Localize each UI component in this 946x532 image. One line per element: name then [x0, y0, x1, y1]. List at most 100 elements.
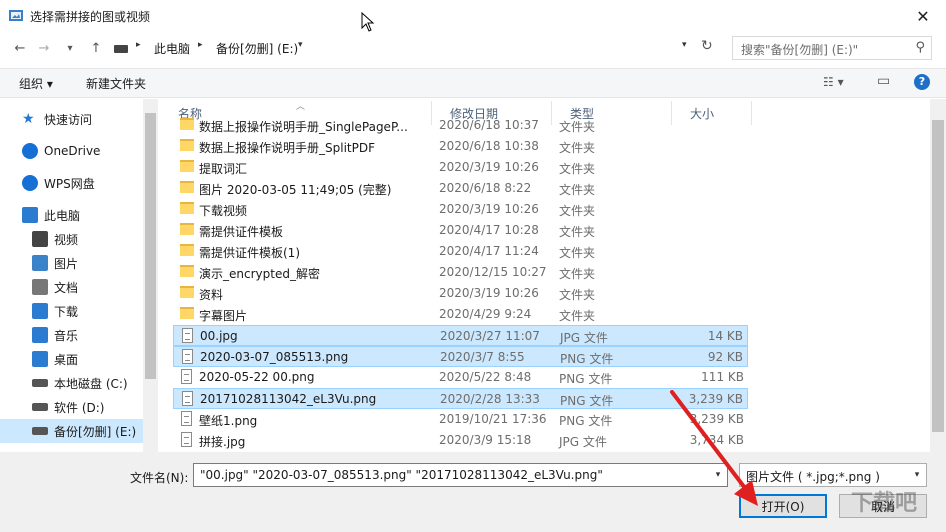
cell-date: 2020/3/19 10:26 — [439, 160, 539, 174]
cell-date: 2020/4/29 9:24 — [439, 307, 532, 321]
refresh-icon[interactable]: ↻ — [701, 38, 717, 54]
sidebar-item-label: 视频 — [54, 232, 79, 247]
sidebar-item[interactable]: 视频 — [0, 227, 143, 251]
cell-type: JPG 文件 — [559, 435, 607, 449]
close-button[interactable]: ✕ — [900, 0, 946, 32]
cell-size: 111 KB — [701, 370, 744, 384]
sidebar-item-label: 本地磁盘 (C:) — [54, 376, 128, 391]
breadcrumb-separator-icon: ▸ — [198, 40, 203, 50]
chevron-down-icon: ▾ — [67, 42, 73, 54]
image-file-icon — [181, 432, 192, 447]
folder-row[interactable]: 演示_encrypted_解密 2020/12/15 10:27 文件夹 — [173, 262, 748, 283]
cell-date: 2020/2/28 13:33 — [440, 392, 540, 406]
sidebar-item-label: 此电脑 — [44, 208, 81, 223]
cell-name: 数据上报操作说明手册_SinglePageP... — [199, 120, 408, 134]
folder-icon — [180, 139, 194, 151]
sidebar-item[interactable]: 下载 — [0, 299, 143, 323]
folder-row[interactable]: 字幕图片 2020/4/29 9:24 文件夹 — [173, 304, 748, 325]
folder-row[interactable]: 图片 2020-03-05 11;49;05 (完整) 2020/6/18 8:2… — [173, 178, 748, 199]
sidebar-item-label: WPS网盘 — [44, 176, 95, 191]
folder-icon — [180, 118, 194, 130]
file-row[interactable]: 20171028113042_eL3Vu.png 2020/2/28 13:33 P… — [173, 388, 748, 409]
search-placeholder: 搜索"备份[勿删] (E:)" — [741, 43, 859, 57]
sidebar-item[interactable]: WPS网盘 — [0, 171, 143, 195]
sidebar-item[interactable]: 软件 (D:) — [0, 395, 143, 419]
sidebar-item[interactable]: 备份[勿删] (E:) — [0, 419, 143, 443]
sidebar-item[interactable]: 文档 — [0, 275, 143, 299]
new-folder-button[interactable]: 新建文件夹 — [86, 75, 146, 92]
folder-row[interactable]: 数据上报操作说明手册_SplitPDF 2020/6/18 10:38 文件夹 — [173, 136, 748, 157]
cell-date: 2020/5/22 8:48 — [439, 370, 532, 384]
file-row[interactable]: 拼接.jpg 2020/3/9 15:18 JPG 文件 3,734 KB — [173, 430, 748, 451]
folder-icon — [180, 307, 194, 319]
forward-button[interactable]: → — [34, 38, 54, 58]
search-input[interactable]: 搜索"备份[勿删] (E:)" ⚲ — [732, 36, 932, 60]
back-button[interactable]: ← — [10, 38, 30, 58]
folder-icon — [180, 202, 194, 214]
organize-button[interactable]: 组织 ▾ — [19, 75, 53, 92]
sidebar-item[interactable]: 图片 — [0, 251, 143, 275]
file-row[interactable]: 2020-03-07_085513.png 2020/3/7 8:55 PNG 文件… — [173, 346, 748, 367]
sidebar-item[interactable]: 本地磁盘 (C:) — [0, 371, 143, 395]
folder-icon — [180, 223, 194, 235]
cell-name: 图片 2020-03-05 11;49;05 (完整) — [199, 183, 392, 197]
cell-name: 字幕图片 — [199, 309, 248, 323]
cloud-icon — [22, 175, 38, 191]
folder-row[interactable]: 需提供证件模板 2020/4/17 10:28 文件夹 — [173, 220, 748, 241]
cell-name: 需提供证件模板(1) — [199, 246, 300, 260]
cell-size: 92 KB — [707, 350, 743, 364]
file-row[interactable]: 壁纸1.png 2019/10/21 17:36 PNG 文件 3,239 KB — [173, 409, 748, 430]
breadcrumb-this-pc[interactable]: 此电脑 — [154, 40, 190, 57]
sidebar-scrollbar-thumb[interactable] — [145, 113, 156, 379]
navigation-pane: ★ 快速访问 OneDrive WPS网盘此电脑视频图片文档下载 音乐 桌面本地磁盘 (C… — [0, 99, 158, 452]
filename-dropdown-icon[interactable]: ▾ — [709, 464, 727, 486]
recent-locations-button[interactable]: ▾ — [60, 38, 80, 58]
folder-icon — [180, 160, 194, 172]
sidebar-item[interactable]: 桌面 — [0, 347, 143, 371]
sidebar-item[interactable]: ★ 快速访问 — [0, 107, 143, 131]
open-button[interactable]: 打开(O) — [739, 494, 827, 518]
cell-name: 演示_encrypted_解密 — [199, 267, 320, 281]
sidebar-item-label: 软件 (D:) — [54, 400, 105, 415]
help-icon[interactable]: ? — [914, 74, 930, 90]
folder-row[interactable]: 资料 2020/3/19 10:26 文件夹 — [173, 283, 748, 304]
folder-row[interactable]: 提取词汇 2020/3/19 10:26 文件夹 — [173, 157, 748, 178]
sidebar-item[interactable]: OneDrive — [0, 139, 143, 163]
cell-type: PNG 文件 — [559, 414, 613, 428]
cell-size: 3,239 KB — [688, 392, 743, 406]
file-row[interactable]: 2020-05-22 00.png 2020/5/22 8:48 PNG 文件 111… — [173, 367, 748, 388]
cell-type: PNG 文件 — [560, 394, 614, 408]
filename-value: "00.jpg" "2020-03-07_085513.png" "201710… — [200, 468, 603, 482]
cell-type: 文件夹 — [559, 141, 596, 155]
cell-type: 文件夹 — [559, 162, 596, 176]
search-icon: ⚲ — [915, 40, 925, 55]
folder-row[interactable]: 需提供证件模板(1) 2020/4/17 11:24 文件夹 — [173, 241, 748, 262]
view-options-icon[interactable]: ☷ ▾ — [823, 75, 844, 89]
cell-size: 3,239 KB — [689, 412, 744, 426]
breadcrumb-drive-e[interactable]: 备份[勿删] (E:) — [216, 40, 298, 57]
sidebar-item[interactable]: 音乐 — [0, 323, 143, 347]
filename-input[interactable]: "00.jpg" "2020-03-07_085513.png" "201710… — [193, 463, 728, 487]
cell-date: 2019/10/21 17:36 — [439, 412, 547, 426]
folder-icon — [180, 286, 194, 298]
cell-name: 2020-03-07_085513.png — [200, 350, 349, 364]
drive-icon — [32, 403, 48, 411]
file-row[interactable]: 00.jpg 2020/3/27 11:07 JPG 文件 14 KB — [173, 325, 748, 346]
cell-type: 文件夹 — [559, 246, 596, 260]
folder-row[interactable]: 下载视频 2020/3/19 10:26 文件夹 — [173, 199, 748, 220]
sidebar-item[interactable]: 此电脑 — [0, 203, 143, 227]
preview-pane-icon[interactable]: ▭ — [877, 73, 890, 89]
forward-arrow-icon: → — [38, 40, 50, 56]
close-icon: ✕ — [916, 6, 930, 26]
folder-icon — [180, 244, 194, 256]
up-button[interactable]: ↑ — [86, 38, 106, 58]
breadcrumb-dropdown-icon[interactable]: ▾ — [298, 40, 303, 50]
title-bar: 选择需拼接的图或视频 ✕ — [0, 0, 946, 32]
image-file-icon — [181, 369, 192, 384]
sidebar-item-label: 文档 — [54, 280, 79, 295]
file-list-scrollbar-thumb[interactable] — [932, 120, 944, 432]
cell-type: 文件夹 — [559, 288, 596, 302]
star-icon: ★ — [22, 111, 35, 127]
address-dropdown-icon[interactable]: ▾ — [682, 40, 687, 50]
folder-row[interactable]: 数据上报操作说明手册_SinglePageP... 2020/6/18 10:37… — [173, 115, 748, 136]
